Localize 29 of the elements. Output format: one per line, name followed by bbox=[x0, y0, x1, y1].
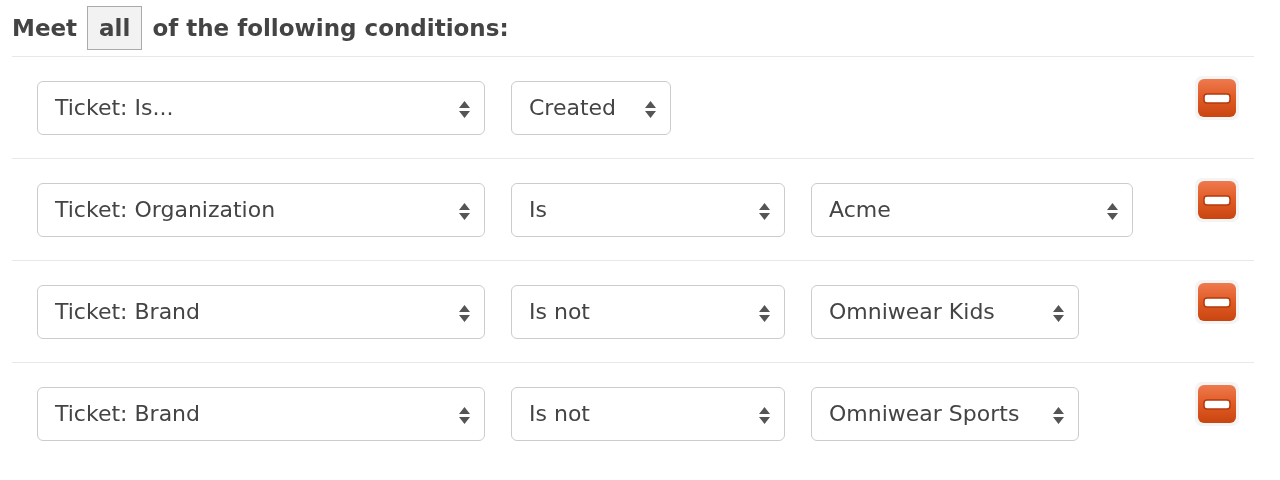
heading-text: Meet bbox=[12, 13, 78, 43]
dropdown[interactable]: Ticket: Organization bbox=[37, 182, 485, 237]
dropdown[interactable]: Is not bbox=[511, 284, 785, 339]
remove-icon[interactable] bbox=[1194, 75, 1240, 121]
up-down-arrows-icon bbox=[759, 202, 770, 220]
dropdown[interactable]: Acme bbox=[811, 182, 1133, 237]
up-down-arrows-icon bbox=[459, 202, 470, 220]
dropdown[interactable]: Ticket: Is... bbox=[37, 80, 485, 135]
up-down-arrows-icon bbox=[759, 406, 770, 424]
dropdown[interactable]: Is not bbox=[511, 386, 785, 441]
match-mode-button[interactable]: all bbox=[87, 6, 143, 50]
remove-icon[interactable] bbox=[1194, 177, 1240, 223]
dropdown[interactable]: Ticket: Brand bbox=[37, 386, 485, 441]
up-down-arrows-icon bbox=[645, 100, 656, 118]
dropdown[interactable]: Omniwear Kids bbox=[811, 284, 1079, 339]
up-down-arrows-icon bbox=[1053, 304, 1064, 322]
dropdown[interactable]: Created bbox=[511, 80, 671, 135]
up-down-arrows-icon bbox=[759, 304, 770, 322]
dropdown[interactable]: Omniwear Sports bbox=[811, 386, 1079, 441]
dropdown[interactable]: Is bbox=[511, 182, 785, 237]
remove-icon[interactable] bbox=[1194, 381, 1240, 427]
dropdown[interactable]: Ticket: Brand bbox=[37, 284, 485, 339]
remove-icon[interactable] bbox=[1194, 279, 1240, 325]
up-down-arrows-icon bbox=[1107, 202, 1118, 220]
up-down-arrows-icon bbox=[459, 406, 470, 424]
heading-text: of the following conditions: bbox=[152, 13, 509, 43]
up-down-arrows-icon bbox=[459, 304, 470, 322]
up-down-arrows-icon bbox=[1053, 406, 1064, 424]
up-down-arrows-icon bbox=[459, 100, 470, 118]
